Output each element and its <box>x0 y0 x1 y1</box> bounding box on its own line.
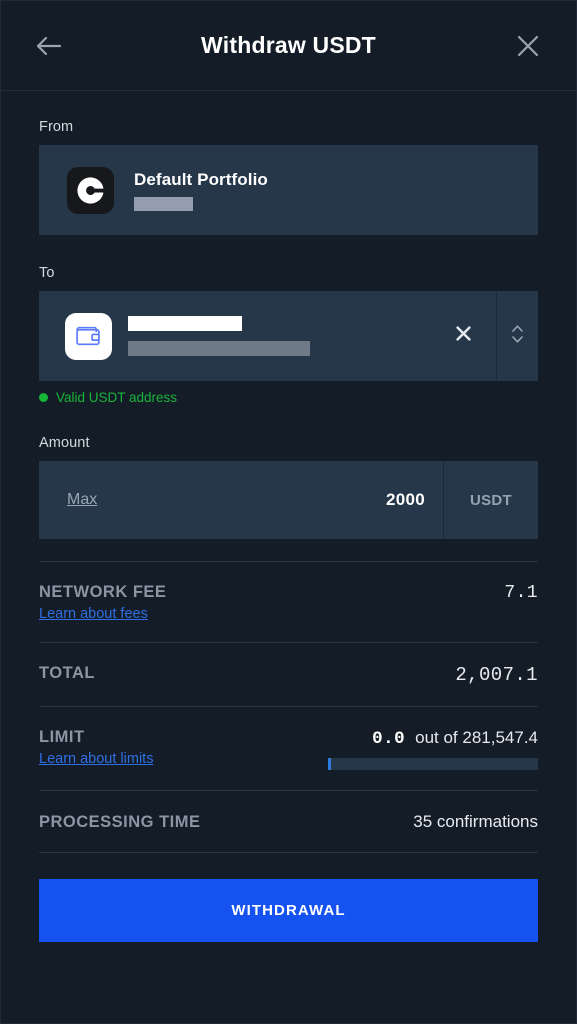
validation-text: Valid USDT address <box>56 390 178 405</box>
address-validation: Valid USDT address <box>39 390 538 405</box>
limit-progress-bar <box>328 758 538 770</box>
processing-time-value: 35 confirmations <box>413 812 538 831</box>
limit-right: 0.0 out of 281,547.4 <box>328 728 538 770</box>
back-button[interactable] <box>29 26 69 66</box>
processing-time-label: PROCESSING TIME <box>39 812 201 831</box>
network-fee-row: NETWORK FEE Learn about fees 7.1 <box>39 562 538 642</box>
page-title: Withdraw USDT <box>201 32 376 58</box>
portfolio-subtitle-redacted <box>134 196 193 211</box>
close-icon <box>517 35 539 57</box>
divider <box>39 852 538 853</box>
network-fee-value: 7.1 <box>504 583 538 603</box>
limit-left: LIMIT Learn about limits <box>39 728 153 767</box>
from-portfolio-card[interactable]: Default Portfolio <box>39 145 538 235</box>
withdrawal-button[interactable]: WITHDRAWAL <box>39 879 538 942</box>
total-label: TOTAL <box>39 664 95 682</box>
from-portfolio-text: Default Portfolio <box>134 170 268 211</box>
portfolio-name: Default Portfolio <box>134 169 268 189</box>
amount-input[interactable]: 2000 <box>386 490 425 510</box>
limit-progress-fill <box>328 758 331 770</box>
network-fee-label: NETWORK FEE <box>39 583 167 601</box>
chevron-updown-icon <box>511 323 524 350</box>
limit-total-value: out of 281,547.4 <box>415 728 538 747</box>
to-address-redacted <box>128 316 310 356</box>
status-dot-icon <box>39 393 48 402</box>
clear-address-button[interactable] <box>452 325 474 347</box>
from-label: From <box>39 119 74 135</box>
limit-row: LIMIT Learn about limits 0.0 out of 281,… <box>39 707 538 790</box>
amount-card: Max 2000 USDT <box>39 461 538 539</box>
total-row: TOTAL 2,007.1 <box>39 643 538 706</box>
limit-used-value: 0.0 <box>372 729 406 749</box>
limit-label: LIMIT <box>39 728 85 746</box>
arrow-left-icon <box>36 35 62 57</box>
learn-about-limits-link[interactable]: Learn about limits <box>39 751 153 767</box>
address-stepper-button[interactable] <box>496 291 538 381</box>
address-value-redacted <box>128 341 310 356</box>
address-name-redacted <box>128 316 242 331</box>
amount-label: Amount <box>39 435 90 451</box>
processing-time-row: PROCESSING TIME 35 confirmations <box>39 791 538 852</box>
network-fee-left: NETWORK FEE Learn about fees <box>39 583 166 622</box>
amount-input-wrap[interactable]: Max 2000 <box>39 461 444 539</box>
learn-about-fees-link[interactable]: Learn about fees <box>39 606 148 622</box>
modal-body: From Default Portfolio To Valid USDT add… <box>1 119 576 942</box>
to-address-main[interactable] <box>39 291 496 381</box>
withdraw-modal: Withdraw USDT From Default Portfolio To … <box>0 0 577 1024</box>
close-button[interactable] <box>508 26 548 66</box>
to-label: To <box>39 265 55 281</box>
amount-currency[interactable]: USDT <box>444 461 538 539</box>
modal-header: Withdraw USDT <box>1 1 576 91</box>
coinbase-logo-icon <box>67 166 114 214</box>
close-icon <box>455 326 471 346</box>
total-value: 2,007.1 <box>455 664 538 686</box>
limit-numbers: 0.0 out of 281,547.4 <box>372 728 538 749</box>
wallet-icon <box>65 312 112 360</box>
max-link[interactable]: Max <box>67 491 97 509</box>
to-address-card[interactable] <box>39 291 538 381</box>
